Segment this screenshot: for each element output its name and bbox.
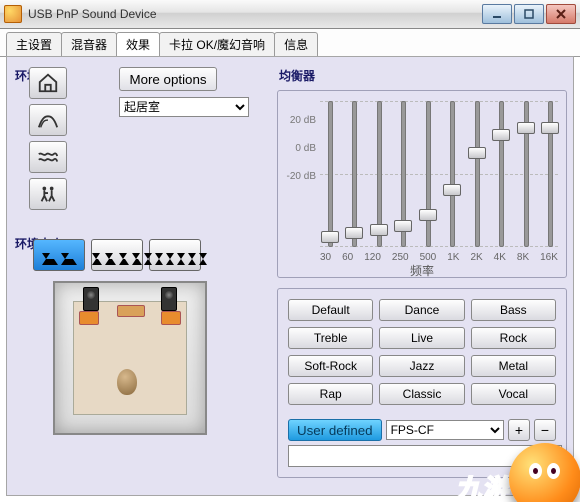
eq-slider-8K[interactable]: [516, 101, 534, 247]
tab-2[interactable]: 效果: [116, 32, 160, 57]
preset-rock-button[interactable]: Rock: [471, 327, 556, 349]
env-preset-opera-button[interactable]: [29, 104, 67, 136]
titlebar[interactable]: USB PnP Sound Device: [0, 0, 580, 29]
tab-1[interactable]: 混音器: [61, 32, 117, 56]
user-defined-select[interactable]: FPS-CF: [386, 420, 504, 440]
eq-slider-2K[interactable]: [467, 101, 485, 247]
tab-strip: 主设置混音器效果卡拉 OK/魔幻音响信息: [0, 29, 580, 57]
env-size-3-button[interactable]: [149, 239, 201, 271]
eq-title: 均衡器: [279, 67, 567, 84]
room-preview: [53, 281, 207, 435]
preset-metal-button[interactable]: Metal: [471, 355, 556, 377]
preset-live-button[interactable]: Live: [379, 327, 464, 349]
app-window: USB PnP Sound Device 主设置混音器效果卡拉 OK/魔幻音响信…: [0, 0, 580, 502]
eq-scale-mid: 0 dB: [286, 135, 316, 163]
preset-bass-button[interactable]: Bass: [471, 299, 556, 321]
env-preset-home-button[interactable]: [29, 67, 67, 99]
preset-dance-button[interactable]: Dance: [379, 299, 464, 321]
env-size-1-button[interactable]: [33, 239, 85, 271]
eq-slider-60[interactable]: [344, 101, 362, 247]
eq-slider-4K[interactable]: [491, 101, 509, 247]
user-defined-add-button[interactable]: +: [508, 419, 530, 441]
minimize-button[interactable]: [482, 4, 512, 24]
app-icon: [4, 5, 22, 23]
preset-rap-button[interactable]: Rap: [288, 383, 373, 405]
env-preset-select[interactable]: 起居室: [119, 97, 249, 117]
preset-soft-rock-button[interactable]: Soft-Rock: [288, 355, 373, 377]
window-title: USB PnP Sound Device: [28, 7, 480, 21]
user-defined-name-input[interactable]: [288, 445, 562, 467]
client-area: 环境 More options 起居室 环境大小: [6, 56, 574, 496]
preset-treble-button[interactable]: Treble: [288, 327, 373, 349]
user-defined-button[interactable]: User defined: [288, 419, 382, 441]
preset-jazz-button[interactable]: Jazz: [379, 355, 464, 377]
preset-vocal-button[interactable]: Vocal: [471, 383, 556, 405]
tab-3[interactable]: 卡拉 OK/魔幻音响: [159, 32, 275, 56]
eq-slider-120[interactable]: [369, 101, 387, 247]
eq-scale-max: 20 dB: [286, 107, 316, 135]
equalizer: 20 dB 0 dB -20 dB 30601202505001K2K4K8K1…: [277, 90, 567, 278]
user-defined-remove-button[interactable]: −: [534, 419, 556, 441]
eq-slider-1K[interactable]: [442, 101, 460, 247]
env-size-2-button[interactable]: [91, 239, 143, 271]
eq-freq-axis-label: 频率: [278, 262, 566, 279]
tab-4[interactable]: 信息: [274, 32, 318, 56]
maximize-button[interactable]: [514, 4, 544, 24]
more-options-button[interactable]: More options: [119, 67, 217, 91]
eq-slider-30[interactable]: [320, 101, 338, 247]
eq-slider-500[interactable]: [418, 101, 436, 247]
env-preset-hall-button[interactable]: [29, 178, 67, 210]
tab-0[interactable]: 主设置: [6, 32, 62, 56]
preset-classic-button[interactable]: Classic: [379, 383, 464, 405]
preset-panel: Default Dance Bass Treble Live Rock Soft-Rock J…: [277, 288, 567, 478]
eq-scale-min: -20 dB: [286, 163, 316, 191]
eq-slider-250[interactable]: [393, 101, 411, 247]
preset-default-button[interactable]: Default: [288, 299, 373, 321]
env-preset-underwater-button[interactable]: [29, 141, 67, 173]
eq-slider-16K[interactable]: [540, 101, 558, 247]
close-button[interactable]: [546, 4, 576, 24]
